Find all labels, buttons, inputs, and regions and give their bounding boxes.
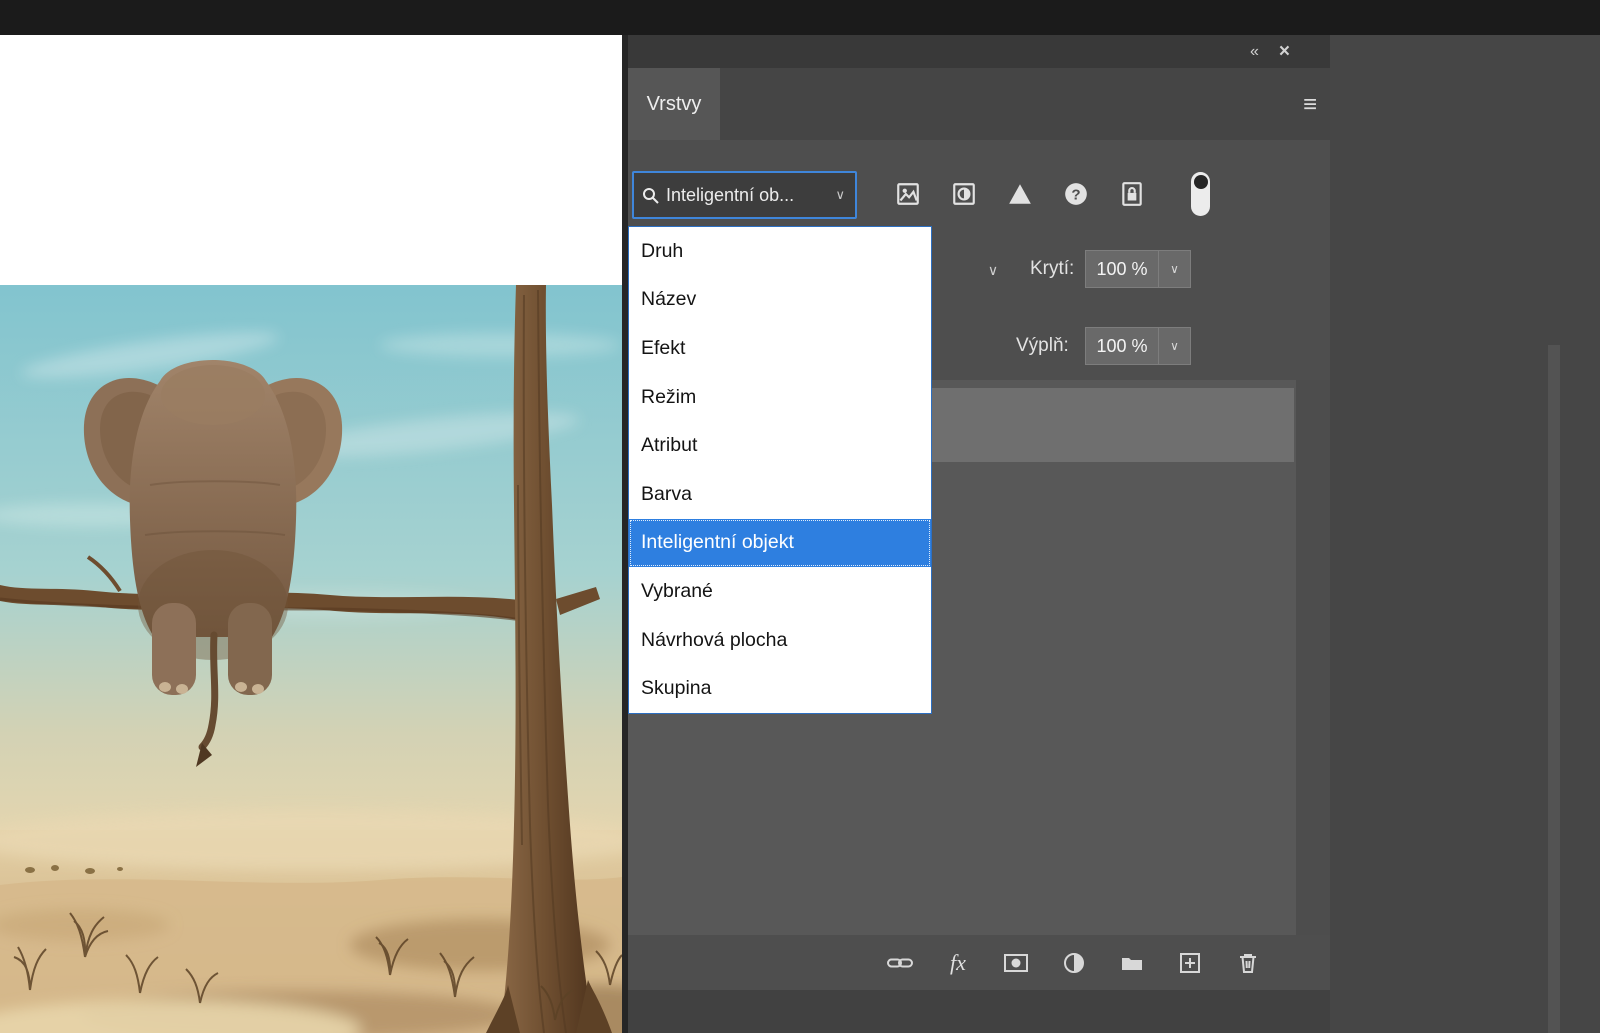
document-canvas-image[interactable] <box>0 285 690 1033</box>
new-layer-icon[interactable] <box>1175 948 1205 978</box>
fill-chevron-icon[interactable]: ∨ <box>1159 327 1191 365</box>
photoshop-window: « × Vrstvy ≡ Inteligentní ob... ∨ ? ∨ Kr… <box>0 0 1600 1033</box>
close-panel-icon[interactable]: × <box>1279 41 1290 63</box>
link-layers-icon[interactable] <box>885 948 915 978</box>
right-edge-strip <box>1548 345 1560 1033</box>
panel-menu-icon[interactable]: ≡ <box>1294 90 1326 120</box>
collapse-panel-icon[interactable]: « <box>1250 43 1259 61</box>
layers-list-gutter <box>1296 380 1330 935</box>
add-layer-mask-icon[interactable] <box>1001 948 1031 978</box>
dropdown-item-druh[interactable]: Druh <box>629 227 931 276</box>
adjustment-layer-icon[interactable] <box>1059 948 1089 978</box>
filter-kind-value: Inteligentní ob... <box>666 184 795 205</box>
document-canvas-white-area[interactable] <box>0 35 622 285</box>
dropdown-item-nazev[interactable]: Název <box>629 276 931 325</box>
type-layer-filter-icon[interactable] <box>1005 179 1035 209</box>
fill-label: Výplň: <box>1016 335 1069 356</box>
layer-filter-icons: ? <box>893 164 1210 224</box>
chevron-down-icon: ∨ <box>835 187 845 202</box>
dropdown-item-efekt[interactable]: Efekt <box>629 324 931 373</box>
tab-layers[interactable]: Vrstvy <box>628 68 720 140</box>
layers-toolbar-icons: fx <box>885 938 1263 988</box>
filter-kind-dropdown-list: Druh Název Efekt Režim Atribut Barva Int… <box>628 226 932 714</box>
dropdown-item-vybrane[interactable]: Vybrané <box>629 567 931 616</box>
panel-bottom-strip <box>628 990 1330 1033</box>
fill-value-field[interactable]: 100 % <box>1085 327 1159 365</box>
fx-label: fx <box>950 950 966 975</box>
dropdown-item-atribut[interactable]: Atribut <box>629 421 931 470</box>
window-titlebar <box>0 0 1600 35</box>
filter-toggle-switch[interactable] <box>1191 172 1210 216</box>
smart-object-filter-icon[interactable] <box>1117 179 1147 209</box>
tab-layers-label: Vrstvy <box>646 92 702 115</box>
opacity-value-field[interactable]: 100 % <box>1085 250 1159 288</box>
dropdown-item-inteligentni-objekt[interactable]: Inteligentní objekt <box>629 518 931 568</box>
layer-filter-kind-dropdown[interactable]: Inteligentní ob... ∨ <box>632 171 857 219</box>
pixel-layer-filter-icon[interactable] <box>893 179 923 209</box>
dropdown-item-skupina[interactable]: Skupina <box>629 664 931 713</box>
dropdown-item-barva[interactable]: Barva <box>629 470 931 519</box>
opacity-label: Krytí: <box>1030 258 1075 279</box>
adjustment-layer-filter-icon[interactable] <box>949 179 979 209</box>
new-group-folder-icon[interactable] <box>1117 948 1147 978</box>
filter-toggle-knob <box>1193 175 1208 189</box>
layer-style-fx-icon[interactable]: fx <box>943 948 973 978</box>
dropdown-item-rezim[interactable]: Režim <box>629 373 931 422</box>
opacity-chevron-icon[interactable]: ∨ <box>1159 250 1191 288</box>
panel-tab-bar <box>628 68 1330 140</box>
search-icon <box>643 187 659 204</box>
dropdown-item-navrhova-plocha[interactable]: Návrhová plocha <box>629 616 931 665</box>
elephant-desert-photo <box>0 285 690 1033</box>
panel-titlebar <box>628 35 1330 68</box>
panel-window-controls: « × <box>1250 38 1330 66</box>
delete-layer-trash-icon[interactable] <box>1233 948 1263 978</box>
blend-mode-chevron-icon[interactable]: ∨ <box>978 255 1008 285</box>
shape-layer-filter-icon[interactable]: ? <box>1061 179 1091 209</box>
question-glyph: ? <box>1071 186 1080 203</box>
